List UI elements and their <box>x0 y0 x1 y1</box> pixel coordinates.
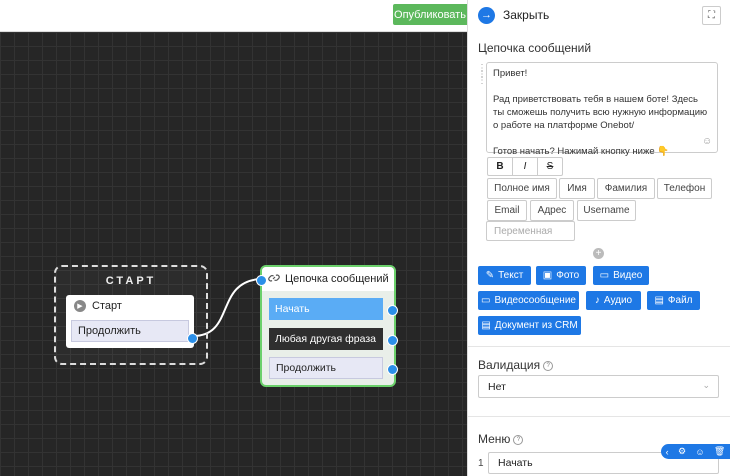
add-text-button[interactable]: ✎ Текст <box>478 266 531 285</box>
add-audio-button[interactable]: ♪ Аудио <box>586 291 641 310</box>
chevron-down-icon: ⌄ <box>702 380 710 390</box>
menu-label: Меню <box>478 432 511 446</box>
menu-title: Меню? <box>478 432 524 446</box>
divider <box>468 416 730 417</box>
chain-node-title: Цепочка сообщений <box>285 273 389 285</box>
chain-node-header: Цепочка сообщений <box>262 267 394 291</box>
file-icon: ▤ <box>654 295 664 306</box>
emoji-icon[interactable]: ☺ <box>702 136 712 147</box>
variable-chip-phone[interactable]: Телефон <box>657 178 712 199</box>
chain-output-port[interactable] <box>387 364 398 375</box>
connection-lines <box>192 278 261 337</box>
divider <box>468 346 730 347</box>
image-icon: ▣ <box>542 270 553 281</box>
start-output-port[interactable] <box>187 333 198 344</box>
top-bar: Опубликовать <box>0 0 467 32</box>
video-icon: ▭ <box>599 270 610 281</box>
variable-chip-first-name[interactable]: Имя <box>559 178 595 199</box>
video-icon: ▭ <box>481 295 491 306</box>
validation-value: Нет <box>488 380 506 393</box>
trash-icon[interactable]: 🗑 <box>714 446 725 457</box>
chain-output-port[interactable] <box>387 305 398 316</box>
add-crm-document-label: Документ из CRM <box>494 320 578 331</box>
add-video-message-label: Видеосообщение <box>494 295 576 306</box>
start-node-title: СТАРТ <box>105 275 157 287</box>
publish-button[interactable]: Опубликовать <box>393 4 467 25</box>
add-text-label: Текст <box>498 270 524 281</box>
strikethrough-button[interactable]: S <box>538 158 562 175</box>
chain-input-port[interactable] <box>256 275 267 286</box>
validation-select[interactable]: Нет ⌄ <box>478 375 719 398</box>
start-row: ▶ Старт <box>66 295 194 317</box>
help-icon[interactable]: ? <box>513 434 524 445</box>
mic-icon: ♪ <box>594 295 600 306</box>
add-crm-document-button[interactable]: ▤ Документ из CRM <box>478 316 581 335</box>
chain-button-continue[interactable]: Продолжить <box>269 357 383 379</box>
close-label[interactable]: Закрыть <box>503 8 549 22</box>
settings-panel: → Закрыть ⛶ Цепочка сообщений ⋮ ⋮ ⋮ Привет… <box>467 0 730 476</box>
gear-icon[interactable]: ⚙ <box>678 446 686 457</box>
add-photo-label: Фото <box>556 270 580 281</box>
message-chain-node[interactable]: Цепочка сообщений Начать Любая другая фр… <box>256 265 398 387</box>
add-file-button[interactable]: ▤ Файл <box>647 291 700 310</box>
play-icon: ▶ <box>74 300 86 312</box>
close-row[interactable]: → Закрыть <box>468 0 730 30</box>
bold-button[interactable]: B <box>488 158 513 175</box>
format-toolbar: B I S <box>487 157 563 176</box>
variable-input[interactable]: Переменная <box>486 221 575 241</box>
plus-icon[interactable]: + <box>593 248 604 259</box>
emoji-icon[interactable]: ☺ <box>695 447 704 457</box>
italic-button[interactable]: I <box>513 158 538 175</box>
start-node[interactable]: СТАРТ ▶ Старт Продолжить <box>54 265 208 365</box>
start-continue-button[interactable]: Продолжить <box>71 320 189 342</box>
validation-label: Валидация <box>478 358 541 372</box>
chain-button-start[interactable]: Начать <box>269 298 383 320</box>
chevron-left-icon[interactable]: ‹ <box>666 447 669 457</box>
add-video-button[interactable]: ▭ Видео <box>593 266 649 285</box>
variable-chip-last-name[interactable]: Фамилия <box>597 178 655 199</box>
add-file-label: Файл <box>667 295 693 306</box>
help-icon[interactable]: ? <box>543 360 554 371</box>
add-audio-label: Аудио <box>603 295 633 306</box>
chain-output-port[interactable] <box>387 335 398 346</box>
add-video-label: Видео <box>613 270 643 281</box>
variable-chip-username[interactable]: Username <box>577 200 636 221</box>
link-icon <box>268 272 280 287</box>
start-card: ▶ Старт Продолжить <box>66 295 194 348</box>
variable-chip-full-name[interactable]: Полное имя <box>487 178 557 199</box>
menu-item-number: 1 <box>478 458 484 469</box>
validation-title: Валидация? <box>478 358 554 372</box>
message-textarea[interactable]: Привет! Рад приветствовать тебя в нашем … <box>486 62 718 157</box>
floating-toolbar: ‹ ⚙ ☺ 🗑 <box>661 444 730 459</box>
variable-chip-email[interactable]: Email <box>487 200 527 221</box>
expand-icon[interactable]: ⛶ <box>702 6 721 25</box>
variable-chip-address[interactable]: Адрес <box>530 200 574 221</box>
pencil-icon: ✎ <box>485 270 495 281</box>
arrow-right-icon[interactable]: → <box>478 6 495 24</box>
start-label: Старт <box>92 300 122 312</box>
add-photo-button[interactable]: ▣ Фото <box>536 266 586 285</box>
chain-button-any-phrase[interactable]: Любая другая фраза <box>269 328 383 350</box>
flow-canvas[interactable]: СТАРТ ▶ Старт Продолжить Цепочка сообщен… <box>0 32 467 476</box>
add-video-message-button[interactable]: ▭ Видеосообщение <box>478 291 579 310</box>
file-icon: ▤ <box>481 320 491 331</box>
section-title: Цепочка сообщений <box>478 41 592 55</box>
